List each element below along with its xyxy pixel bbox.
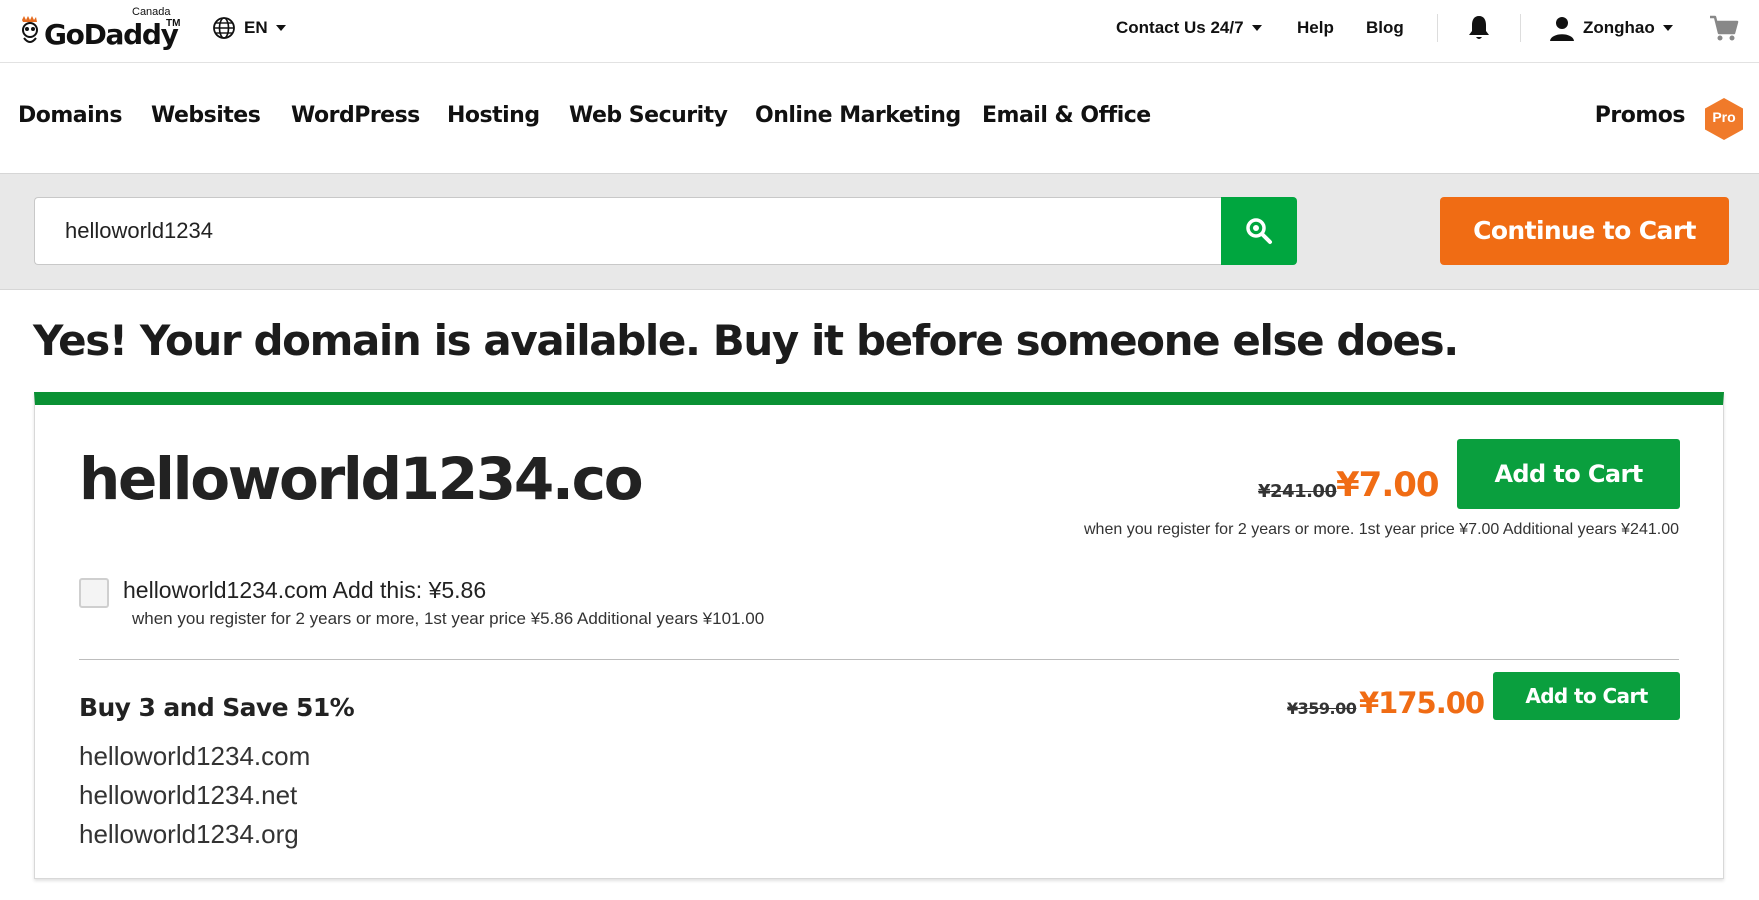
addon-checkbox[interactable] xyxy=(79,578,109,608)
search-icon xyxy=(1246,218,1272,244)
logo-region: Canada xyxy=(132,6,171,18)
continue-to-cart-button[interactable]: Continue to Cart xyxy=(1440,197,1729,265)
contact-us-label: Contact Us 24/7 xyxy=(1116,18,1244,37)
divider xyxy=(1437,14,1438,42)
chevron-down-icon xyxy=(275,25,286,31)
bundle-domain-item: helloworld1234.net xyxy=(79,780,298,810)
add-to-cart-button[interactable]: Add to Cart xyxy=(1457,439,1680,509)
bundle-domain-list: helloworld1234.com helloworld1234.net he… xyxy=(79,737,310,854)
account-name: Zonghao xyxy=(1583,18,1655,37)
availability-headline: Yes! Your domain is available. Buy it be… xyxy=(33,316,1459,365)
pro-badge[interactable]: Pro xyxy=(1702,97,1746,141)
globe-icon xyxy=(213,17,235,39)
account-menu[interactable]: Zonghao xyxy=(1549,14,1673,42)
nav-domains[interactable]: Domains xyxy=(18,103,122,128)
bundle-add-to-cart-button[interactable]: Add to Cart xyxy=(1493,672,1680,720)
main-navigation: Domains Websites WordPress Hosting Web S… xyxy=(0,63,1759,173)
domain-search-input[interactable] xyxy=(34,197,1222,265)
bell-icon[interactable] xyxy=(1467,14,1491,42)
user-icon xyxy=(1550,17,1574,41)
godaddy-mascot-icon xyxy=(22,16,38,43)
chevron-down-icon xyxy=(1662,25,1673,31)
language-label: EN xyxy=(244,18,268,37)
nav-email-office[interactable]: Email & Office xyxy=(982,103,1151,128)
bundle-title: Buy 3 and Save 51% xyxy=(79,693,355,722)
godaddy-logo[interactable]: Canada GoDaddy TM xyxy=(16,6,181,54)
sale-price: ¥7.00 xyxy=(1336,465,1440,505)
domain-name: helloworld1234.co xyxy=(79,445,644,513)
bundle-domain-item: helloworld1234.org xyxy=(79,819,299,849)
shopping-cart-icon[interactable] xyxy=(1708,12,1740,44)
bundle-domain-item: helloworld1234.com xyxy=(79,741,311,771)
search-bar-band: Continue to Cart xyxy=(0,173,1759,290)
contact-us-menu[interactable]: Contact Us 24/7 xyxy=(1116,16,1262,40)
addon-pricing-note: when you register for 2 years or more, 1… xyxy=(132,609,765,628)
logo-trademark: TM xyxy=(166,18,181,29)
language-selector[interactable]: EN xyxy=(212,16,286,40)
pricing-note: when you register for 2 years or more. 1… xyxy=(1084,521,1679,538)
blog-link[interactable]: Blog xyxy=(1366,16,1404,40)
nav-web-security[interactable]: Web Security xyxy=(569,103,728,128)
logo-wordmark: GoDaddy xyxy=(44,18,179,51)
top-utility-bar: Canada GoDaddy TM EN Contact Us 24/7 Hel… xyxy=(0,0,1759,63)
chevron-down-icon xyxy=(1251,25,1262,31)
divider xyxy=(1520,14,1521,42)
help-link[interactable]: Help xyxy=(1297,16,1334,40)
domain-result-card: helloworld1234.co ¥241.00 ¥7.00 Add to C… xyxy=(34,392,1724,879)
section-divider xyxy=(79,659,1679,660)
nav-wordpress[interactable]: WordPress xyxy=(291,103,420,128)
bundle-sale-price: ¥175.00 xyxy=(1359,686,1485,720)
nav-websites[interactable]: Websites xyxy=(151,103,261,128)
nav-online-marketing[interactable]: Online Marketing xyxy=(755,103,961,128)
pro-badge-label: Pro xyxy=(1712,109,1736,125)
original-price: ¥241.00 xyxy=(1258,481,1337,502)
nav-promos[interactable]: Promos xyxy=(1595,103,1686,128)
search-button[interactable] xyxy=(1221,197,1297,265)
addon-label: helloworld1234.com Add this: ¥5.86 xyxy=(123,577,487,603)
bundle-original-price: ¥359.00 xyxy=(1287,699,1357,718)
nav-hosting[interactable]: Hosting xyxy=(447,103,540,128)
